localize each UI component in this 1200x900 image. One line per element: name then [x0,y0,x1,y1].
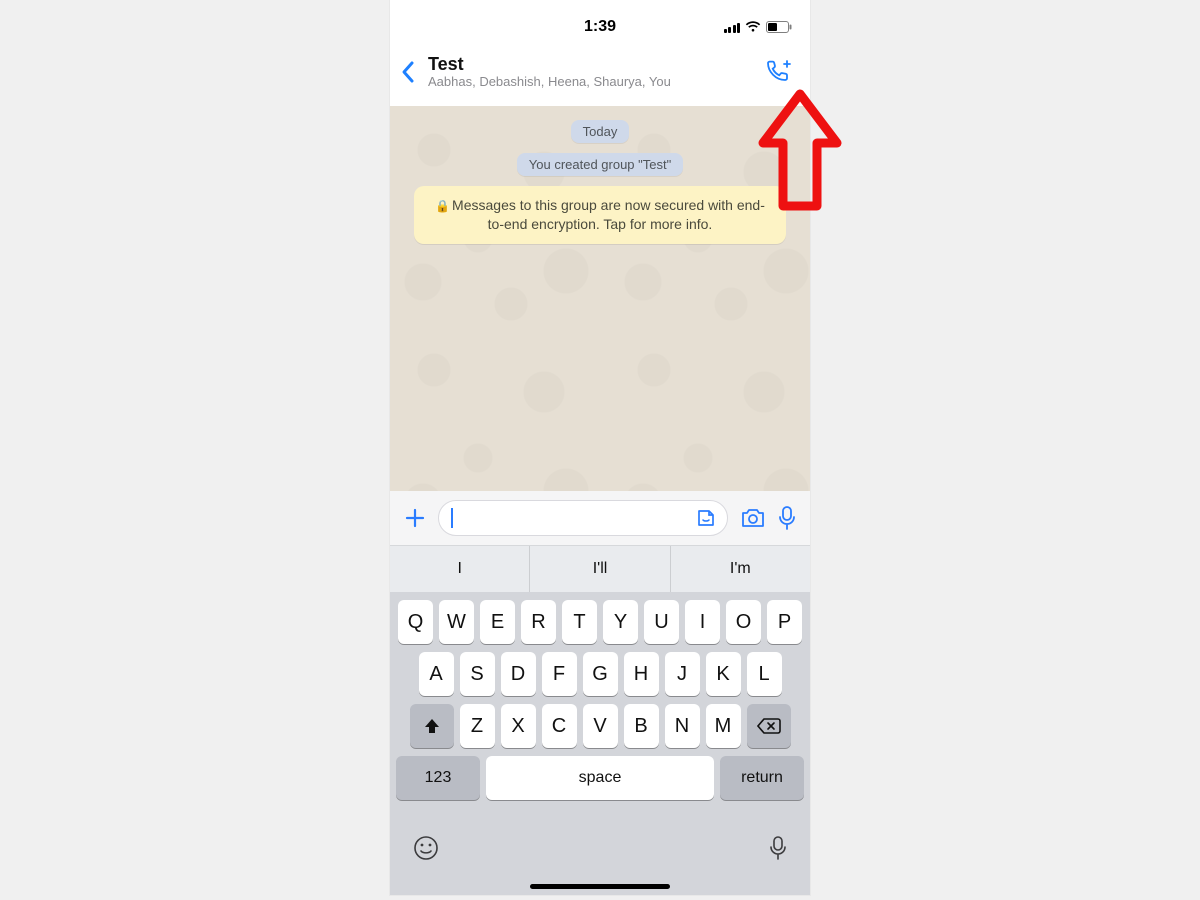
dictation-icon [768,834,788,862]
key-numeric[interactable]: 123 [396,756,480,800]
key-w[interactable]: W [439,600,474,644]
camera-icon [740,507,766,529]
camera-button[interactable] [740,507,766,529]
key-i[interactable]: I [685,600,720,644]
key-row-2: A S D F G H J K L [390,644,810,696]
key-j[interactable]: J [665,652,700,696]
lock-icon: 🔒 [435,199,450,213]
key-d[interactable]: D [501,652,536,696]
status-bar: 1:39 [390,0,810,44]
system-message: You created group "Test" [517,153,683,176]
key-o[interactable]: O [726,600,761,644]
voice-message-button[interactable] [778,505,796,531]
dictation-button[interactable] [768,834,788,862]
sticker-button[interactable] [695,507,717,529]
key-backspace[interactable] [747,704,791,748]
status-time: 1:39 [478,18,722,36]
key-v[interactable]: V [583,704,618,748]
suggestion-2[interactable]: I'm [670,546,810,592]
group-call-button[interactable] [764,59,798,85]
key-shift[interactable] [410,704,454,748]
wifi-icon [745,21,761,33]
chat-title-block[interactable]: Test Aabhas, Debashish, Heena, Shaurya, … [428,54,764,90]
key-row-bottom: 123 space return [390,748,810,800]
attach-button[interactable] [404,507,426,529]
key-h[interactable]: H [624,652,659,696]
key-x[interactable]: X [501,704,536,748]
keyboard: I I'll I'm Q W E R T Y U I O P A S D F [390,545,810,895]
cellular-signal-icon [724,21,741,33]
key-n[interactable]: N [665,704,700,748]
battery-icon [766,21,792,33]
status-icons [722,21,792,33]
key-s[interactable]: S [460,652,495,696]
key-t[interactable]: T [562,600,597,644]
encryption-notice-text: Messages to this group are now secured w… [452,197,765,232]
key-c[interactable]: C [542,704,577,748]
phone-plus-icon [764,59,794,85]
home-indicator[interactable] [530,884,670,889]
key-r[interactable]: R [521,600,556,644]
sticker-icon [695,507,717,529]
phone-frame: 1:39 [390,0,810,895]
chevron-left-icon [400,60,416,84]
chat-header: Test Aabhas, Debashish, Heena, Shaurya, … [390,44,810,106]
key-return[interactable]: return [720,756,804,800]
suggestion-0[interactable]: I [390,546,529,592]
emoji-icon [412,834,440,862]
chat-participants: Aabhas, Debashish, Heena, Shaurya, You [428,75,764,90]
suggestion-bar: I I'll I'm [390,545,810,592]
key-p[interactable]: P [767,600,802,644]
chat-title: Test [428,54,764,75]
key-g[interactable]: G [583,652,618,696]
key-f[interactable]: F [542,652,577,696]
key-e[interactable]: E [480,600,515,644]
date-chip: Today [571,120,630,143]
keyboard-footer [390,800,810,895]
text-cursor [451,508,453,528]
shift-icon [422,716,442,736]
key-z[interactable]: Z [460,704,495,748]
encryption-notice[interactable]: 🔒Messages to this group are now secured … [414,186,786,244]
key-a[interactable]: A [419,652,454,696]
chat-messages-area[interactable]: Today You created group "Test" 🔒Messages… [390,106,810,491]
emoji-keyboard-button[interactable] [412,834,440,862]
key-k[interactable]: K [706,652,741,696]
key-m[interactable]: M [706,704,741,748]
message-input[interactable] [438,500,728,536]
key-y[interactable]: Y [603,600,638,644]
key-u[interactable]: U [644,600,679,644]
plus-icon [404,507,426,529]
backspace-icon [757,717,781,735]
back-button[interactable] [400,60,428,84]
key-l[interactable]: L [747,652,782,696]
key-b[interactable]: B [624,704,659,748]
message-input-bar [390,491,810,545]
key-q[interactable]: Q [398,600,433,644]
key-space[interactable]: space [486,756,714,800]
key-row-3: Z X C V B N M [390,696,810,748]
microphone-icon [778,505,796,531]
suggestion-1[interactable]: I'll [529,546,669,592]
key-row-1: Q W E R T Y U I O P [390,592,810,644]
